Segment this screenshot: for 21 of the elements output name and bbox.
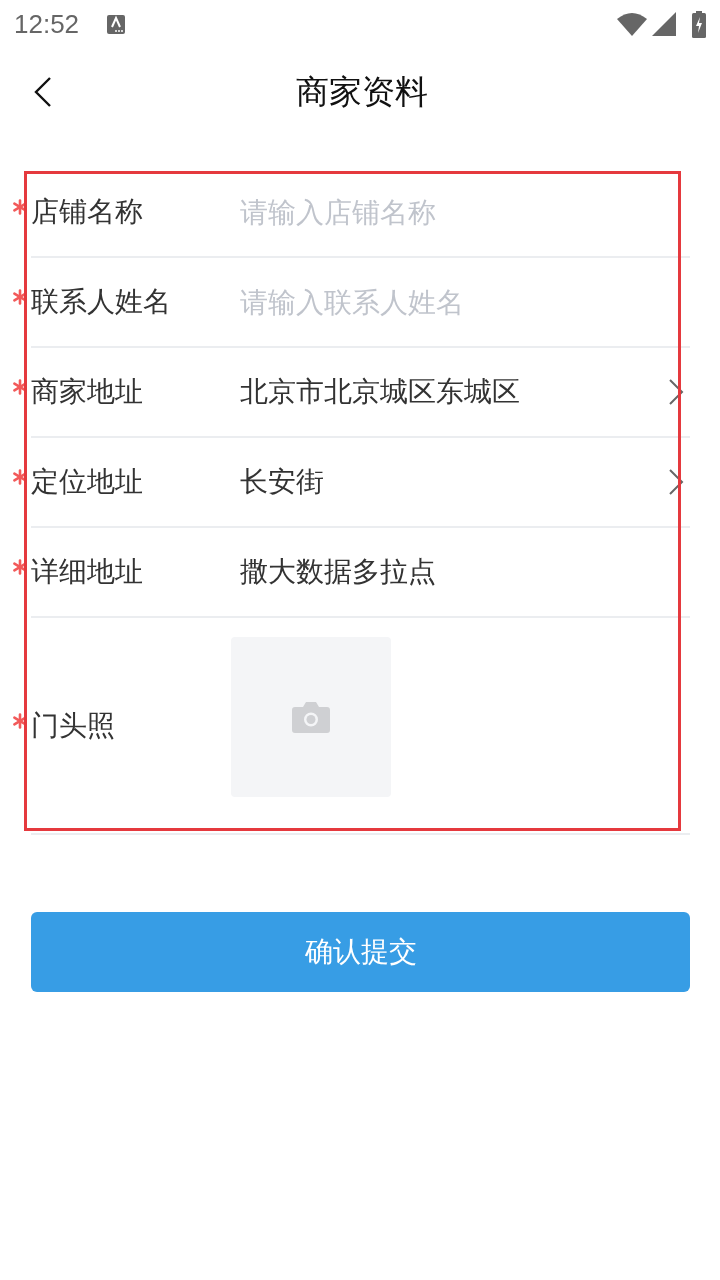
text-input[interactable]: 撒大数据多拉点 (240, 552, 690, 592)
field-label: 门头照 (31, 708, 116, 743)
field-label: 定位地址 (31, 465, 144, 499)
camera-icon (292, 701, 330, 733)
battery-charging-icon (692, 10, 706, 38)
wifi-icon (617, 12, 647, 36)
back-icon[interactable] (34, 77, 52, 107)
text-input[interactable]: 请输入联系人姓名 (240, 282, 690, 322)
picker-field[interactable]: 长安街 (240, 465, 690, 499)
page-title: 商家资料 (296, 72, 428, 112)
chevron-right-icon (668, 379, 684, 405)
field-label: 详细地址 (31, 555, 144, 589)
field-label: 商家地址 (31, 375, 144, 409)
field-label: 联系人姓名 (31, 285, 172, 319)
picker-field[interactable]: 北京市北京城区东城区 (240, 375, 690, 409)
status-time: 12:52 (14, 11, 80, 37)
field-label: 店铺名称 (31, 195, 144, 229)
chevron-right-icon (668, 469, 684, 495)
notification-icon (107, 14, 126, 34)
signal-icon (652, 12, 676, 36)
text-input[interactable]: 请输入店铺名称 (240, 192, 690, 232)
